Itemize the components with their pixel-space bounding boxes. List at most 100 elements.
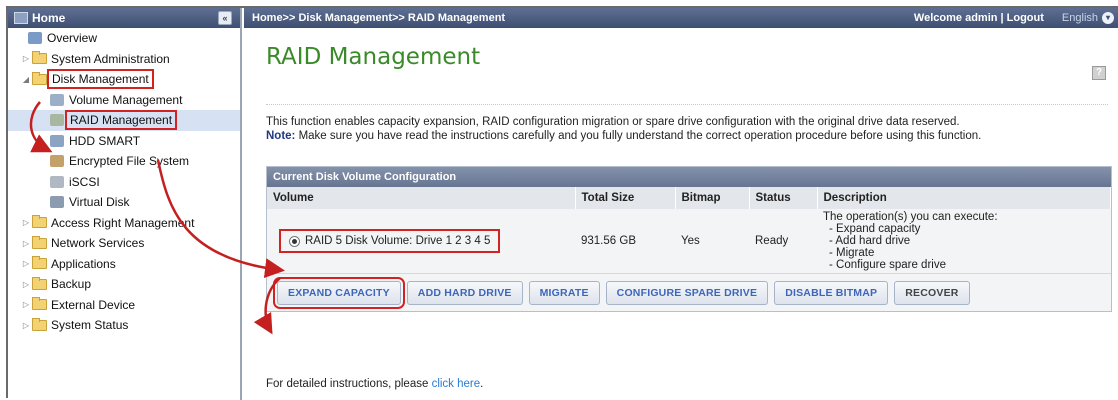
volume-radio-option[interactable]: RAID 5 Disk Volume: Drive 1 2 3 4 5 — [279, 229, 501, 253]
sidebar-item-access-right-management[interactable]: ▷ Access Right Management — [8, 213, 240, 234]
top-bar: Home>> Disk Management>> RAID Management… — [244, 8, 1118, 28]
volume-cell: RAID 5 Disk Volume: Drive 1 2 3 4 5 — [267, 209, 575, 273]
volume-icon — [50, 93, 64, 106]
sidebar-item-label: System Administration — [51, 51, 170, 66]
sidebar-title: Home — [32, 11, 66, 25]
ops-line: - Expand capacity — [829, 223, 921, 235]
column-header: Total Size — [575, 187, 676, 209]
sidebar-item-volume-management[interactable]: Volume Management — [8, 90, 240, 111]
collapse-arrow-icon: ◢ — [22, 74, 30, 84]
sidebar-item-label: Applications — [51, 256, 116, 271]
description-cell: The operation(s) you can execute: - Expa… — [817, 209, 1111, 273]
ops-line: - Migrate — [829, 247, 875, 259]
migrate-button[interactable]: MIGRATE — [528, 280, 600, 305]
sidebar-item-backup[interactable]: ▷ Backup — [8, 274, 240, 295]
folder-open-icon — [32, 71, 47, 85]
folder-icon — [32, 235, 47, 249]
folder-icon — [32, 51, 47, 65]
sidebar-item-raid-management[interactable]: RAID Management — [8, 110, 240, 131]
note-body: Make sure you have read the instructions… — [295, 130, 982, 142]
sidebar-nav: Overview ▷ System Administration ◢ Disk … — [8, 28, 240, 336]
raid-icon — [50, 114, 64, 127]
sidebar-item-label: Overview — [47, 31, 98, 46]
sidebar-item-label: Disk Management — [47, 69, 154, 90]
ops-line: - Configure spare drive — [829, 259, 946, 271]
table-caption: Current Disk Volume Configuration — [267, 167, 1111, 187]
app-window: Home « Overview ▷ System Administration … — [6, 6, 1118, 400]
sidebar-item-label: System Status — [51, 318, 129, 333]
sidebar-item-system-status[interactable]: ▷ System Status — [8, 315, 240, 336]
note-label: Note: — [266, 130, 296, 142]
expand-arrow-icon: ▷ — [22, 218, 30, 228]
encrypt-icon — [50, 155, 64, 168]
main-panel: Home>> Disk Management>> RAID Management… — [244, 8, 1118, 400]
breadcrumb: Home>> Disk Management>> RAID Management — [252, 12, 506, 24]
volume-config-table: Current Disk Volume Configuration Volume… — [266, 166, 1112, 312]
welcome-logout-link[interactable]: Welcome admin | Logout — [914, 12, 1044, 24]
bitmap-cell: Yes — [675, 209, 749, 273]
ops-line: - Add hard drive — [829, 235, 911, 247]
column-header: Description — [817, 187, 1111, 209]
ops-line: The operation(s) you can execute: — [823, 211, 998, 223]
divider — [266, 104, 1108, 105]
click-here-link[interactable]: click here — [432, 378, 481, 390]
sidebar-item-label: External Device — [51, 297, 136, 312]
add-hard-drive-button[interactable]: ADD HARD DRIVE — [406, 280, 523, 305]
description-text: This function enables capacity expansion… — [266, 116, 960, 128]
language-select[interactable]: English ▾ — [1062, 12, 1114, 24]
overview-icon — [28, 32, 42, 45]
volume-label: RAID 5 Disk Volume: Drive 1 2 3 4 5 — [305, 235, 491, 247]
folder-icon — [32, 276, 47, 290]
sidebar-header: Home « — [8, 8, 240, 28]
collapse-sidebar-button[interactable]: « — [218, 11, 232, 25]
column-header: Status — [749, 187, 818, 209]
folder-icon — [32, 317, 47, 331]
sidebar-item-label: Network Services — [51, 236, 145, 251]
expand-arrow-icon: ▷ — [22, 279, 30, 289]
configure-spare-drive-button[interactable]: CONFIGURE SPARE DRIVE — [605, 280, 769, 305]
sidebar-item-label: Backup — [51, 277, 92, 292]
sidebar-item-network-services[interactable]: ▷ Network Services — [8, 233, 240, 254]
home-icon — [14, 12, 28, 24]
note-text: Note: Make sure you have read the instru… — [266, 129, 981, 143]
sidebar-item-label: Volume Management — [69, 92, 183, 107]
table-header-row: Volume Total Size Bitmap Status Descript… — [267, 187, 1111, 209]
dropdown-icon: ▾ — [1102, 12, 1114, 24]
folder-icon — [32, 297, 47, 311]
sidebar-item-label: Virtual Disk — [69, 195, 130, 210]
folder-icon — [32, 215, 47, 229]
column-header: Bitmap — [675, 187, 750, 209]
footer-instructions: For detailed instructions, please click … — [266, 378, 483, 390]
footer-text: For detailed instructions, please — [266, 378, 432, 390]
sidebar-item-system-administration[interactable]: ▷ System Administration — [8, 49, 240, 70]
sidebar-item-encrypted-file-system[interactable]: Encrypted File System — [8, 151, 240, 172]
sidebar-item-applications[interactable]: ▷ Applications — [8, 254, 240, 275]
sidebar-item-virtual-disk[interactable]: Virtual Disk — [8, 192, 240, 213]
expand-arrow-icon: ▷ — [22, 259, 30, 269]
sidebar-item-label: Encrypted File System — [69, 154, 190, 169]
folder-icon — [32, 256, 47, 270]
sidebar-item-disk-management[interactable]: ◢ Disk Management — [8, 69, 240, 90]
radio-button[interactable] — [289, 235, 300, 247]
hdd-icon — [50, 134, 64, 147]
sidebar-item-label: Access Right Management — [51, 215, 195, 230]
column-header: Volume — [267, 187, 576, 209]
page-title: RAID Management — [266, 44, 481, 70]
action-button-row: EXPAND CAPACITY ADD HARD DRIVE MIGRATE C… — [267, 273, 1111, 311]
expand-arrow-icon: ▷ — [22, 238, 30, 248]
expand-arrow-icon: ▷ — [22, 300, 30, 310]
top-right: Welcome admin | Logout English ▾ — [914, 8, 1114, 28]
sidebar-item-external-device[interactable]: ▷ External Device — [8, 295, 240, 316]
table-row: RAID 5 Disk Volume: Drive 1 2 3 4 5 931.… — [267, 209, 1111, 273]
recover-button[interactable]: RECOVER — [894, 280, 970, 305]
disable-bitmap-button[interactable]: DISABLE BITMAP — [774, 280, 889, 305]
sidebar-item-overview[interactable]: Overview — [8, 28, 240, 49]
footer-end: . — [480, 378, 484, 390]
sidebar-item-label: HDD SMART — [69, 133, 141, 148]
help-icon[interactable]: ? — [1092, 66, 1106, 80]
virtual-disk-icon — [50, 196, 64, 209]
expand-capacity-button[interactable]: EXPAND CAPACITY — [273, 276, 405, 309]
sidebar-item-hdd-smart[interactable]: HDD SMART — [8, 131, 240, 152]
sidebar-item-iscsi[interactable]: iSCSI — [8, 172, 240, 193]
sidebar-item-label: RAID Management — [65, 110, 178, 131]
